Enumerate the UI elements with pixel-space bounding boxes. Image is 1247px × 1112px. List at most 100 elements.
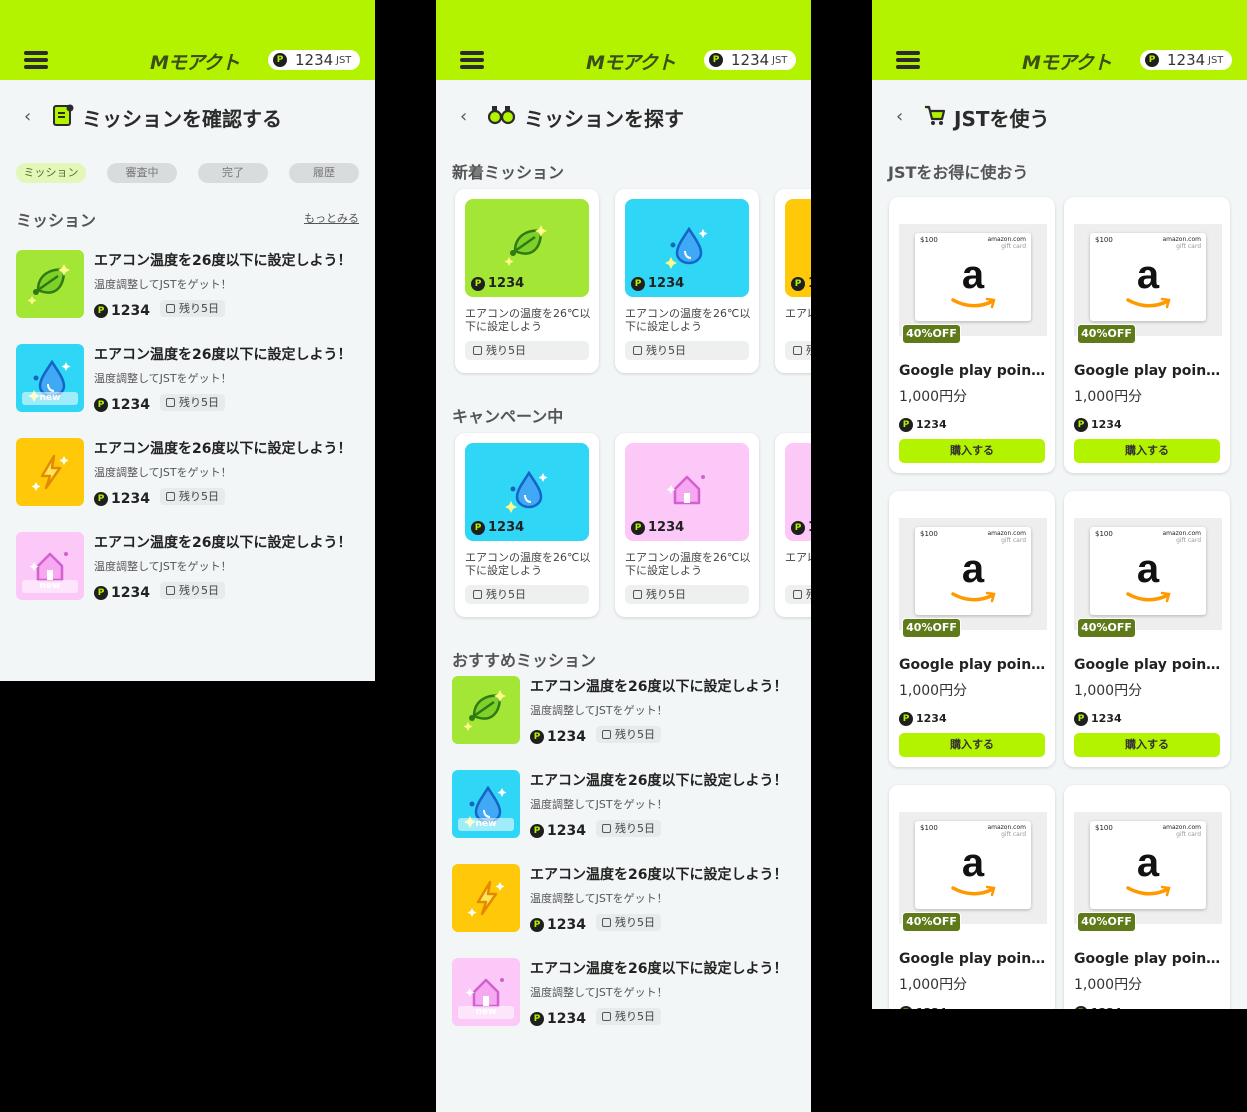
mission-card[interactable]: P 1234 エアコンの温度を26℃以下に設定しよう 残り5日 (615, 433, 759, 617)
remaining-days-badge: 残り5日 (625, 585, 749, 604)
product-image: $100 amazon.com gift card a (899, 518, 1047, 630)
product-card[interactable]: $100 amazon.com gift card a 40%OFF Google… (1064, 197, 1230, 473)
mission-title: エアコン温度を26度以下に設定しよう！ (94, 535, 352, 551)
points-value: 1234 (731, 51, 770, 69)
point-coin-icon: P (899, 417, 913, 432)
points-value: 1234 (488, 276, 525, 291)
product-points: P1234 (1074, 1002, 1122, 1009)
mission-card[interactable]: P 1234 エアコンの温度を26℃以下に設定しよう 残り5日 (615, 189, 759, 373)
amazon-logo-icon: a (1136, 547, 1160, 591)
menu-icon[interactable] (460, 51, 484, 69)
discount-badge: 40%OFF (1077, 912, 1136, 932)
buy-button[interactable]: 購入する (1074, 733, 1220, 757)
amazon-smile-icon (1126, 885, 1171, 897)
gift-card-image: $100 amazon.com gift card a (1090, 233, 1206, 321)
product-price: 1,000円分 (899, 977, 968, 993)
amazon-logo-icon: a (961, 841, 985, 885)
product-card[interactable]: $100 amazon.com gift card a 40%OFF Google… (1064, 785, 1230, 1009)
point-coin-icon: P (791, 520, 805, 535)
remaining-days-badge: 残り5日 (596, 1008, 661, 1025)
back-arrow-icon[interactable]: ‹ (460, 106, 467, 127)
brand-subtext: gift card (1176, 537, 1201, 544)
points-badge[interactable]: P 1234 JST (1140, 50, 1232, 70)
points-value: 1234 (547, 822, 586, 839)
brand-text: amazon.com (987, 824, 1026, 831)
card-points: P 1234 (631, 517, 684, 536)
mission-card[interactable]: P 1234 エアコンの温度を26℃以下に設定しよう 残り5日 (455, 433, 599, 617)
buy-button[interactable]: 購入する (1074, 439, 1220, 463)
calendar-icon (793, 590, 802, 599)
discount-badge: 40%OFF (902, 324, 961, 344)
brand-text: amazon.com (987, 236, 1026, 243)
card-points: P1 (791, 273, 811, 292)
gift-card-brand: amazon.com gift card (987, 530, 1026, 544)
points-value: 1234 (916, 712, 947, 725)
gift-card-amount: $100 (1095, 236, 1113, 244)
tab-under-review[interactable]: 審査中 (107, 163, 177, 183)
point-coin-icon: P (1074, 711, 1088, 726)
points-unit: JST (336, 55, 352, 66)
mission-subtitle: 温度調整してJSTをゲット！ (94, 278, 232, 291)
campaign-carousel[interactable]: P 1234 エアコンの温度を26℃以下に設定しよう 残り5日 P 1234 エアコ… (455, 433, 811, 617)
tab-completed[interactable]: 完了 (198, 163, 268, 183)
mission-card[interactable]: P 1234 エアコンの温度を26℃以下に設定しよう 残り5日 (455, 189, 599, 373)
gift-card-amount: $100 (920, 236, 938, 244)
list-item[interactable]: new エアコン温度を26度以下に設定しよう！ 温度調整してJSTをゲット！ P… (16, 344, 366, 414)
point-coin-icon: P (631, 520, 645, 535)
mission-card[interactable]: P1 エア以下 残 (775, 433, 811, 617)
product-card[interactable]: $100 amazon.com gift card a 40%OFF Google… (889, 785, 1055, 1009)
points-badge[interactable]: P 1234 JST (704, 50, 796, 70)
app-header: Mモアクト P 1234 JST (0, 0, 375, 80)
list-item[interactable]: エアコン温度を26度以下に設定しよう！ 温度調整してJSTをゲット！ P 1234… (16, 250, 366, 320)
points-value: 1234 (1167, 51, 1206, 69)
list-item[interactable]: new エアコン温度を26度以下に設定しよう！ 温度調整してJSTをゲット！ P… (452, 958, 802, 1028)
days-text: 残り5日 (179, 302, 219, 315)
product-card[interactable]: $100 amazon.com gift card a 40%OFF Google… (1064, 491, 1230, 767)
brand-subtext: gift card (1176, 831, 1201, 838)
back-arrow-icon[interactable]: ‹ (24, 106, 31, 127)
product-card[interactable]: $100 amazon.com gift card a 40%OFF Google… (889, 491, 1055, 767)
gift-card-image: $100 amazon.com gift card a (1090, 821, 1206, 909)
mission-subtitle: 温度調整してJSTをゲット！ (530, 704, 668, 717)
buy-button[interactable]: 購入する (899, 733, 1045, 757)
back-arrow-icon[interactable]: ‹ (896, 106, 903, 127)
list-item[interactable]: new エアコン温度を26度以下に設定しよう！ 温度調整してJSTをゲット！ P… (16, 532, 366, 602)
brand-text: amazon.com (1162, 530, 1201, 537)
menu-icon[interactable] (896, 51, 920, 69)
list-item[interactable]: エアコン温度を26度以下に設定しよう！ 温度調整してJSTをゲット！ P 1234… (452, 864, 802, 934)
days-text: 残り5日 (615, 1010, 655, 1023)
tab-mission[interactable]: ミッション (16, 163, 86, 183)
mission-card[interactable]: P1 エア以下 残 (775, 189, 811, 373)
list-item[interactable]: エアコン温度を26度以下に設定しよう！ 温度調整してJSTをゲット！ P 1234… (16, 438, 366, 508)
menu-icon[interactable] (24, 51, 48, 69)
card-points: P 1234 (471, 273, 524, 292)
product-card[interactable]: $100 amazon.com gift card a 40%OFF Google… (889, 197, 1055, 473)
gift-card-image: $100 amazon.com gift card a (915, 527, 1031, 615)
section-title: ミッション (16, 211, 97, 230)
product-price: 1,000円分 (899, 389, 968, 405)
calendar-icon (602, 824, 611, 833)
remaining-days-badge: 残り5日 (160, 394, 225, 411)
tab-history[interactable]: 履歴 (289, 163, 359, 183)
calendar-icon (473, 346, 482, 355)
mission-points: P 1234 (530, 914, 586, 933)
product-points: P1234 (899, 708, 947, 727)
amazon-logo-icon: a (1136, 841, 1160, 885)
product-name: Google play point… (1074, 363, 1222, 379)
points-badge[interactable]: P 1234 JST (268, 50, 360, 70)
points-unit: JST (772, 55, 788, 66)
days-text: 残 (806, 344, 811, 357)
point-coin-icon: P (471, 276, 485, 291)
list-item[interactable]: new エアコン温度を26度以下に設定しよう！ 温度調整してJSTをゲット！ P… (452, 770, 802, 840)
buy-button[interactable]: 購入する (899, 439, 1045, 463)
new-missions-carousel[interactable]: P 1234 エアコンの温度を26℃以下に設定しよう 残り5日 P 1234 エアコ… (455, 189, 811, 373)
see-more-link[interactable]: もっとみる (304, 210, 359, 226)
list-item[interactable]: エアコン温度を26度以下に設定しよう！ 温度調整してJSTをゲット！ P 1234… (452, 676, 802, 746)
remaining-days-badge: 残 (785, 341, 811, 360)
product-image: $100 amazon.com gift card a (1074, 224, 1222, 336)
point-coin-icon: P (709, 53, 723, 67)
product-name: Google play point… (1074, 657, 1222, 673)
points-value: 1234 (916, 1006, 947, 1009)
app-logo: Mモアクト (1022, 52, 1112, 74)
brand-text: amazon.com (987, 530, 1026, 537)
